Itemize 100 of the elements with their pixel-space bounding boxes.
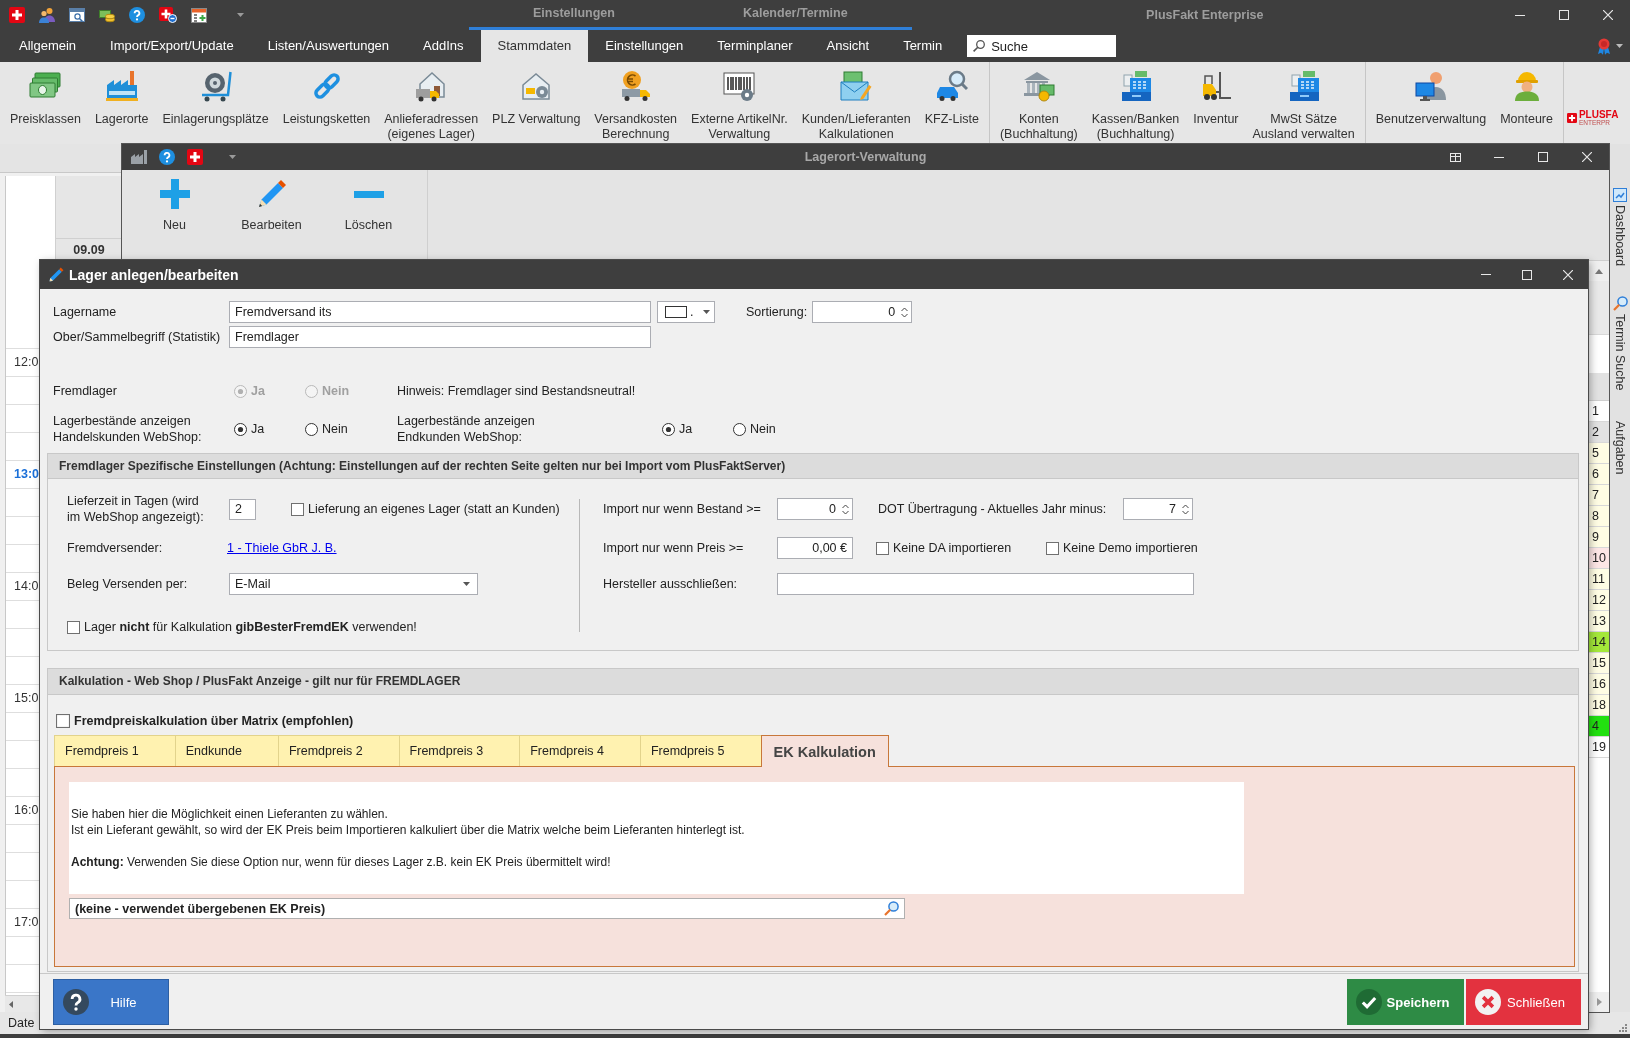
- tab[interactable]: EK Kalkulation: [760, 735, 889, 767]
- radio-button[interactable]: Ja: [662, 422, 693, 436]
- caret-icon[interactable]: [229, 155, 236, 159]
- checkbox[interactable]: Lieferung an eigenes Lager (statt an Kunden): [291, 502, 560, 516]
- ribbon-button[interactable]: Konten (Buchhaltung): [992, 62, 1085, 144]
- sort-number-cell: 6: [1589, 464, 1609, 485]
- text-field[interactable]: [777, 573, 1194, 595]
- field-label: Beleg Versenden per:: [67, 576, 188, 592]
- close-button[interactable]: Schließen: [1466, 979, 1581, 1025]
- menu-tab[interactable]: Import/Export/Update: [93, 30, 251, 62]
- ribbon-button[interactable]: Monteure: [1493, 62, 1560, 144]
- radio-button[interactable]: Nein: [733, 422, 776, 436]
- caret-icon[interactable]: [237, 13, 244, 17]
- money-icon[interactable]: [99, 7, 115, 23]
- ribbon-button[interactable]: Benutzerverwaltung: [1368, 62, 1494, 144]
- tab[interactable]: Fremdpreis 3: [398, 735, 521, 766]
- swiss-cross-icon[interactable]: [9, 7, 25, 23]
- number-field[interactable]: 0,00 €: [777, 537, 853, 559]
- award-icon[interactable]: [1597, 37, 1611, 55]
- menu-tab[interactable]: AddIns: [406, 30, 481, 62]
- radio-icon[interactable]: [662, 422, 675, 436]
- number-field[interactable]: 0: [812, 301, 913, 323]
- tab[interactable]: Endkunde: [174, 735, 279, 766]
- ribbon-button[interactable]: MwSt Sätze Ausland verwalten: [1245, 62, 1362, 144]
- swiss-cross-icon: [1566, 113, 1577, 124]
- menu-tab[interactable]: Stammdaten: [480, 30, 589, 62]
- swiss-cross-icon[interactable]: [187, 149, 203, 165]
- sort-number-cell: 15: [1589, 653, 1609, 674]
- horizontal-scrollbar[interactable]: [5, 995, 39, 1012]
- checkbox[interactable]: Lager nicht für Kalkulation gibBesterFremdEK verwenden!: [67, 620, 417, 634]
- checkbox-icon[interactable]: [56, 714, 70, 728]
- menu-tab[interactable]: Termin: [886, 30, 960, 62]
- menu-tab[interactable]: Einstellungen: [588, 30, 701, 62]
- number-field[interactable]: 7: [1123, 498, 1193, 520]
- supplier-lookup-field[interactable]: (keine - verwendet übergebenen EK Preis): [69, 898, 905, 919]
- people-icon[interactable]: [39, 7, 55, 23]
- scroll-right-button[interactable]: [1589, 992, 1609, 1012]
- tab[interactable]: Fremdpreis 4: [519, 735, 641, 766]
- toolbar-button[interactable]: Neu: [126, 170, 223, 260]
- tab[interactable]: Fremdpreis 1: [54, 735, 176, 766]
- supplier-link[interactable]: 1 - Thiele GbR J. B.: [227, 541, 337, 555]
- help-icon[interactable]: [129, 7, 145, 23]
- text-field[interactable]: Fremdlager: [229, 326, 651, 348]
- left-arrow-icon[interactable]: [9, 1000, 13, 1008]
- window-title: PlusFakt Enterprise: [1146, 8, 1264, 22]
- help-button[interactable]: Hilfe: [53, 979, 169, 1025]
- menu-tab[interactable]: Listen/Auswertungen: [250, 30, 407, 62]
- scroll-up-button[interactable]: [1589, 261, 1609, 281]
- checkbox[interactable]: Keine DA importieren: [876, 541, 1012, 555]
- checkbox-icon[interactable]: [1046, 541, 1059, 555]
- checkbox[interactable]: Fremdpreiskalkulation über Matrix (empfohlen): [56, 714, 354, 728]
- side-tab[interactable]: Dashboard: [1613, 188, 1627, 267]
- close-icon: [1582, 152, 1592, 162]
- number-field[interactable]: 0: [777, 498, 853, 520]
- radio-icon[interactable]: [234, 422, 247, 436]
- number-field[interactable]: 2: [229, 498, 256, 520]
- ribbon-button[interactable]: Preisklassen: [3, 62, 88, 144]
- side-tab[interactable]: Aufgaben: [1613, 420, 1627, 475]
- factory-icon[interactable]: [131, 150, 147, 164]
- caret-icon[interactable]: [1616, 44, 1623, 48]
- search-icon[interactable]: [884, 901, 899, 916]
- radio-icon[interactable]: [733, 422, 746, 436]
- resize-grip-icon[interactable]: [1618, 1023, 1627, 1032]
- radio-icon[interactable]: [305, 422, 318, 436]
- window-icon[interactable]: [69, 7, 85, 23]
- menu-tab[interactable]: Terminplaner: [700, 30, 810, 62]
- ribbon-button[interactable]: Lagerorte: [87, 62, 156, 144]
- radio-button[interactable]: Ja: [234, 422, 265, 436]
- sort-number-cell: 11: [1589, 569, 1609, 590]
- plus-icon: [159, 179, 190, 209]
- menu-tab[interactable]: Allgemein: [2, 30, 94, 62]
- tab[interactable]: Fremdpreis 2: [277, 735, 400, 766]
- side-tab[interactable]: Termin Suche: [1612, 296, 1628, 391]
- wheel-cart-icon: [199, 70, 232, 102]
- color-dropdown[interactable]: .: [657, 301, 715, 323]
- flag-minus-icon[interactable]: [159, 7, 177, 23]
- toolbar-button[interactable]: Löschen: [320, 170, 417, 260]
- ribbon-button[interactable]: Leistungsketten: [275, 62, 378, 144]
- ribbon-button[interactable]: Kunden/Lieferanten Kalkulationen: [794, 62, 918, 144]
- save-button[interactable]: Speichern: [1347, 979, 1464, 1025]
- ribbon-button[interactable]: Kassen/Banken (Buchhaltung): [1084, 62, 1187, 144]
- search-icon: [1612, 296, 1628, 312]
- checkbox-icon[interactable]: [291, 502, 304, 516]
- menu-tab[interactable]: Ansicht: [809, 30, 887, 62]
- calendar-icon[interactable]: [191, 7, 207, 23]
- search-field[interactable]: Suche: [967, 35, 1117, 57]
- dropdown[interactable]: E-Mail: [229, 573, 478, 595]
- tab[interactable]: Fremdpreis 5: [639, 735, 762, 766]
- ribbon-button[interactable]: Inventur: [1186, 62, 1246, 144]
- ribbon-button[interactable]: Versandkosten Berechnung: [587, 62, 685, 144]
- toolbar-button[interactable]: Bearbeiten: [223, 170, 320, 260]
- checkbox[interactable]: Keine Demo importieren: [1046, 541, 1198, 555]
- pencil-icon: [256, 179, 287, 209]
- window-layout-icon: [1449, 152, 1461, 162]
- help-icon[interactable]: [159, 149, 175, 165]
- checkbox-icon[interactable]: [67, 620, 80, 634]
- radio-button[interactable]: Nein: [305, 422, 348, 436]
- ribbon-button[interactable]: KFZ-Liste: [917, 62, 986, 144]
- text-field[interactable]: Fremdversand its: [229, 301, 651, 323]
- checkbox-icon[interactable]: [876, 541, 889, 555]
